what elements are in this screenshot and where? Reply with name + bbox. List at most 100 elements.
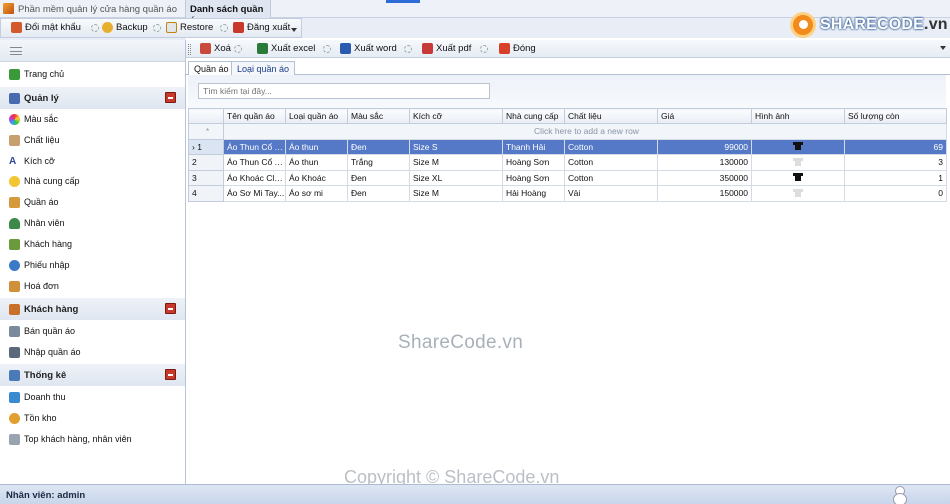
cell-price[interactable]: 150000 [657, 185, 752, 202]
column-header[interactable]: Giá [657, 108, 752, 124]
toolbar-menu-icon[interactable] [940, 46, 946, 50]
cell-size[interactable]: Size M [409, 154, 503, 171]
tab-clothing-types[interactable]: Loại quần áo [231, 61, 296, 75]
tab-clothes[interactable]: Quần áo [188, 61, 235, 76]
column-header[interactable]: Loại quần áo [285, 108, 348, 124]
cell-size[interactable]: Size S [409, 138, 503, 155]
delete-icon [200, 43, 211, 54]
sidebar-group-customers[interactable]: Khách hàng [0, 298, 185, 320]
cell-supplier[interactable]: Thanh Hải [502, 138, 565, 155]
cell-size[interactable]: Size M [409, 185, 503, 202]
sidebar-item-sell-clothes[interactable]: Bán quần áo [0, 321, 185, 341]
column-header[interactable]: Số lượng còn [844, 108, 947, 124]
table-row[interactable]: 3 Áo Khoác Cla... Áo Khoác Đen Size XL H… [188, 169, 947, 186]
table-row[interactable]: › 1 Áo Thun Cổ T... Áo thun Đen Size S T… [188, 138, 947, 155]
header-row: Tên quần áo Loại quần áo Màu sắc Kích cỡ… [188, 108, 947, 124]
cell-color[interactable]: Đen [347, 169, 410, 186]
sidebar-item-materials[interactable]: Chất liệu [0, 130, 185, 150]
cell-supplier[interactable]: Hoàng Sơn [502, 154, 565, 171]
sidebar-item-import-clothes[interactable]: Nhập quần áo [0, 342, 185, 362]
cell-color[interactable]: Trắng [347, 154, 410, 171]
logo-mark-icon [790, 12, 816, 38]
collapse-icon[interactable] [165, 303, 176, 314]
export-pdf-button[interactable]: Xuất pdf [422, 43, 471, 54]
logo-domain: .vn [924, 16, 948, 33]
sidebar-item-colors[interactable]: Màu sắc [0, 109, 185, 129]
table-row[interactable]: 2 Áo Thun Cổ T... Áo thun Trắng Size M H… [188, 154, 947, 171]
column-header[interactable]: Nhà cung cấp [502, 108, 565, 124]
cell-size[interactable]: Size XL [409, 169, 503, 186]
row-header[interactable]: 2 [188, 154, 224, 171]
sidebar-item-inventory[interactable]: Tồn kho [0, 408, 185, 428]
menu-icon[interactable] [10, 47, 22, 55]
cell-material[interactable]: Cotton [564, 169, 658, 186]
restore-button[interactable]: Restore [166, 22, 213, 33]
cell-qty[interactable]: 0 [844, 185, 947, 202]
sidebar-item-clothes[interactable]: Quần áo [0, 192, 185, 212]
document-tab[interactable]: Danh sách quần áo [185, 0, 271, 26]
cell-qty[interactable]: 69 [844, 138, 947, 155]
collapse-icon[interactable] [165, 369, 176, 380]
cell-image[interactable] [751, 138, 845, 155]
column-header[interactable]: Màu sắc [347, 108, 410, 124]
new-row-prompt[interactable]: Click here to add a new row [223, 123, 947, 140]
sidebar-item-import-receipts[interactable]: Phiếu nhập [0, 255, 185, 275]
cell-image[interactable] [751, 154, 845, 171]
cell-name[interactable]: Áo Khoác Cla... [223, 169, 286, 186]
toolbar-grip[interactable] [188, 44, 191, 55]
close-button[interactable]: Đóng [499, 43, 536, 54]
cell-material[interactable]: Cotton [564, 138, 658, 155]
cell-type[interactable]: Áo thun [285, 154, 348, 171]
cell-color[interactable]: Đen [347, 185, 410, 202]
cell-material[interactable]: Cotton [564, 154, 658, 171]
cell-name[interactable]: Áo Thun Cổ T... [223, 154, 286, 171]
row-header[interactable]: 3 [188, 169, 224, 186]
cell-price[interactable]: 350000 [657, 169, 752, 186]
new-row-marker: * [188, 123, 224, 140]
cell-supplier[interactable]: Hải Hoàng [502, 185, 565, 202]
delete-button[interactable]: Xoá [200, 43, 231, 54]
cell-price[interactable]: 99000 [657, 138, 752, 155]
search-input[interactable] [198, 83, 490, 99]
table-row[interactable]: 4 Áo Sơ Mi Tay... Áo sơ mi Đen Size M Hả… [188, 185, 947, 202]
sidebar-item-sizes[interactable]: A Kích cỡ [0, 151, 185, 171]
sidebar-item-suppliers[interactable]: Nhà cung cấp [0, 171, 185, 191]
cell-type[interactable]: Áo thun [285, 138, 348, 155]
cell-material[interactable]: Vải [564, 185, 658, 202]
sidebar-item-customers[interactable]: Khách hàng [0, 234, 185, 254]
shirt-white-icon [793, 157, 803, 166]
sidebar-item-home[interactable]: Trang chủ [0, 64, 185, 84]
column-header[interactable]: Chất liệu [564, 108, 658, 124]
cell-type[interactable]: Áo sơ mi [285, 185, 348, 202]
cell-name[interactable]: Áo Sơ Mi Tay... [223, 185, 286, 202]
sidebar-item-revenue[interactable]: Doanh thu [0, 387, 185, 407]
cell-type[interactable]: Áo Khoác [285, 169, 348, 186]
logout-button[interactable]: Đăng xuất [233, 22, 290, 33]
cell-qty[interactable]: 3 [844, 154, 947, 171]
row-header[interactable]: 4 [188, 185, 224, 202]
cell-supplier[interactable]: Hoàng Sơn [502, 169, 565, 186]
change-password-button[interactable]: Đổi mật khẩu [11, 22, 81, 33]
sidebar-group-statistics[interactable]: Thống kê [0, 364, 185, 386]
collapse-icon[interactable] [165, 92, 176, 103]
column-header[interactable]: Kích cỡ [409, 108, 503, 124]
backup-button[interactable]: Backup [102, 22, 148, 33]
export-word-button[interactable]: Xuất word [340, 43, 397, 54]
new-row[interactable]: * Click here to add a new row [188, 123, 947, 140]
cell-image[interactable] [751, 169, 845, 186]
toolbar-overflow-icon[interactable] [291, 28, 297, 32]
snowman-icon [892, 486, 907, 504]
sidebar-item-top-customers-employees[interactable]: Top khách hàng, nhân viên [0, 429, 185, 449]
export-excel-button[interactable]: Xuất excel [257, 43, 315, 54]
jacket-black-icon [793, 172, 803, 182]
cell-qty[interactable]: 1 [844, 169, 947, 186]
cell-color[interactable]: Đen [347, 138, 410, 155]
cell-name[interactable]: Áo Thun Cổ T... [223, 138, 286, 155]
cell-price[interactable]: 130000 [657, 154, 752, 171]
sidebar-item-invoices[interactable]: Hoá đơn [0, 276, 185, 296]
cell-image[interactable] [751, 185, 845, 202]
column-header[interactable]: Tên quần áo [223, 108, 286, 124]
sidebar-group-management[interactable]: Quản lý [0, 87, 185, 109]
sidebar-item-employees[interactable]: Nhân viên [0, 213, 185, 233]
column-header[interactable]: Hình ảnh [751, 108, 845, 124]
